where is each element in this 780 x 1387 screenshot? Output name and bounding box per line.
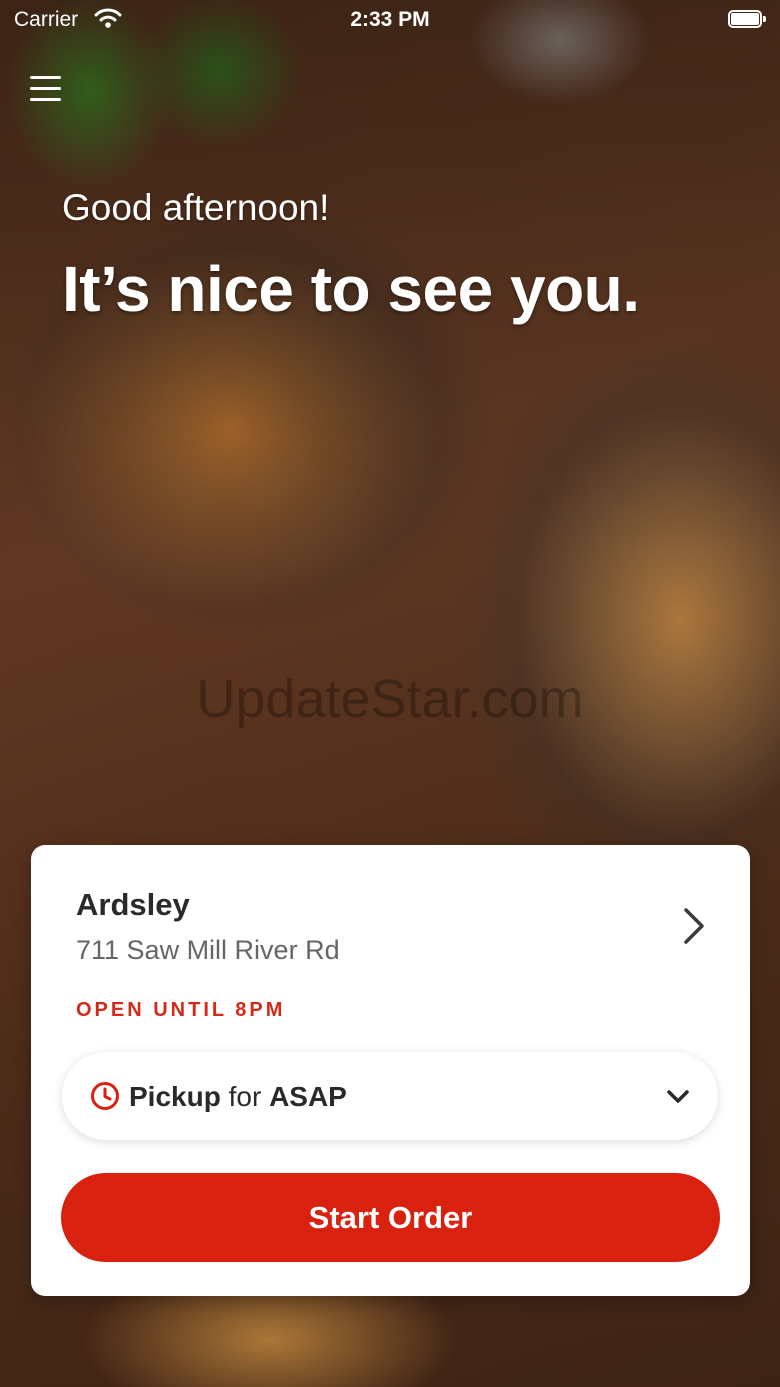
- start-order-button[interactable]: Start Order: [61, 1173, 720, 1262]
- order-time-label: ASAP: [269, 1081, 347, 1112]
- chevron-right-icon: [681, 907, 707, 950]
- clock-icon: [90, 1081, 120, 1116]
- status-bar: Carrier 2:33 PM: [0, 0, 780, 40]
- battery-icon: [728, 10, 766, 28]
- order-mode-connector: for: [228, 1081, 262, 1112]
- chevron-down-icon: [666, 1089, 690, 1110]
- greeting-text: Good afternoon!: [62, 187, 330, 228]
- store-card: Ardsley 711 Saw Mill River Rd OPEN UNTIL…: [31, 845, 750, 1296]
- status-time: 2:33 PM: [350, 8, 430, 31]
- store-hours: OPEN UNTIL 8PM: [76, 999, 286, 1021]
- store-address: 711 Saw Mill River Rd: [76, 935, 340, 965]
- hamburger-menu-icon[interactable]: [30, 74, 62, 104]
- store-selector[interactable]: Ardsley 711 Saw Mill River Rd: [31, 845, 750, 985]
- store-name: Ardsley: [76, 887, 190, 922]
- order-mode-dropdown[interactable]: Pickup for ASAP: [62, 1052, 718, 1140]
- order-mode-text: Pickup for ASAP: [129, 1081, 347, 1113]
- order-mode-label: Pickup: [129, 1081, 221, 1112]
- watermark: UpdateStar.com: [196, 669, 584, 729]
- welcome-headline: It’s nice to see you.: [62, 253, 640, 325]
